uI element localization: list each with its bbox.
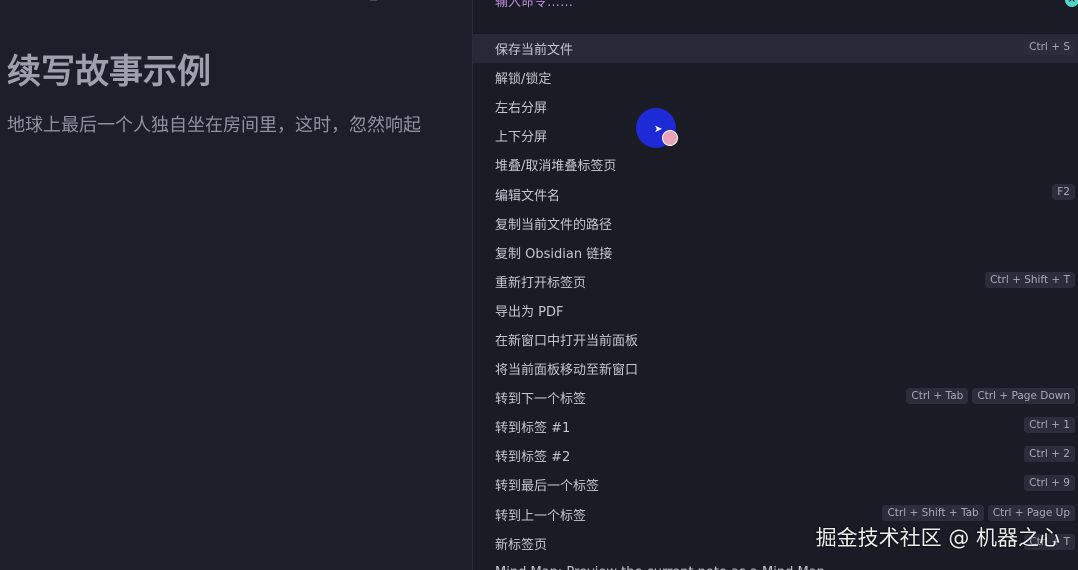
clear-icon[interactable]: × bbox=[1065, 0, 1078, 7]
document-paragraph[interactable]: 地球上最后一个人独自坐在房间里，这时，忽然响起 bbox=[7, 111, 472, 137]
command-search-input[interactable] bbox=[493, 0, 1057, 12]
command-item[interactable]: 复制 Obsidian 链接 bbox=[473, 238, 1078, 267]
hotkey-group: Ctrl + 9 bbox=[1024, 475, 1075, 492]
hotkey-group: Ctrl + Tab Ctrl + Page Down bbox=[906, 388, 1075, 405]
command-label: 转到标签 #1 bbox=[495, 421, 571, 437]
command-label: 转到标签 #2 bbox=[495, 450, 571, 466]
redo-icon[interactable]: ↷ bbox=[72, 0, 82, 6]
hotkey-badge: Ctrl + Tab bbox=[906, 388, 969, 405]
document-title[interactable]: 续写故事示例 bbox=[7, 44, 211, 93]
avatar bbox=[662, 130, 678, 146]
command-search-row: × bbox=[473, 0, 1078, 14]
command-list: 保存当前文件 Ctrl + S 解锁/锁定 左右分屏 上下分屏 堆叠/取消堆叠标签页 编辑文… bbox=[473, 34, 1078, 570]
editor-pane: ↶ ↷ ⌕ H2 H3 H... ▢ ⋮ 续写故事示例 地球上最后一个人独自坐在房间里，这时，… bbox=[0, 0, 472, 570]
hotkey-badge: F2 bbox=[1052, 184, 1075, 201]
hotkey-badge: Ctrl + Shift + T bbox=[985, 271, 1075, 288]
command-item[interactable]: 导出为 PDF bbox=[473, 296, 1078, 325]
command-item[interactable]: 上下分屏 bbox=[473, 121, 1078, 150]
hotkey-group: Ctrl + 1 bbox=[1024, 417, 1075, 434]
command-item[interactable]: 堆叠/取消堆叠标签页 bbox=[473, 150, 1078, 179]
command-item[interactable]: 将当前面板移动至新窗口 bbox=[473, 354, 1078, 383]
command-label: 转到上一个标签 bbox=[495, 508, 587, 524]
command-label: 保存当前文件 bbox=[495, 43, 574, 59]
hotkey-badge: Ctrl + Page Down bbox=[972, 388, 1075, 405]
command-item[interactable]: 重新打开标签页 Ctrl + Shift + T bbox=[473, 267, 1078, 296]
heading3-icon[interactable]: H3 bbox=[246, 0, 263, 6]
hotkey-group: F2 bbox=[1052, 184, 1075, 201]
undo-icon[interactable]: ↶ bbox=[18, 0, 28, 6]
cursor-arrow-icon: ➤ bbox=[654, 124, 663, 135]
hotkey-badge: Ctrl + 1 bbox=[1024, 417, 1075, 434]
command-label: 堆叠/取消堆叠标签页 bbox=[495, 159, 617, 175]
editor-toolbar: ↶ ↷ ⌕ H2 H3 H... ▢ ⋮ bbox=[0, 0, 472, 8]
command-item[interactable]: 转到标签 #2 Ctrl + 2 bbox=[473, 441, 1078, 470]
watermark: 掘金技术社区 @ 机器之心 bbox=[815, 526, 1060, 550]
command-label: 转到下一个标签 bbox=[495, 392, 587, 408]
hotkey-badge: Ctrl + Shift + Tab bbox=[882, 504, 984, 521]
command-label: 复制 Obsidian 链接 bbox=[495, 246, 613, 262]
command-item[interactable]: Mind Map: Preview the current note as a … bbox=[473, 558, 1078, 570]
command-label: 编辑文件名 bbox=[495, 188, 561, 204]
heading2-icon[interactable]: H2 bbox=[188, 0, 205, 6]
command-label: Mind Map: Preview the current note as a … bbox=[495, 565, 825, 570]
hotkey-group: Ctrl + Shift + Tab Ctrl + Page Up bbox=[882, 504, 1075, 521]
command-item[interactable]: 保存当前文件 Ctrl + S bbox=[473, 34, 1078, 64]
command-label: 上下分屏 bbox=[495, 130, 548, 146]
command-label: 导出为 PDF bbox=[495, 304, 564, 320]
hotkey-badge: Ctrl + Page Up bbox=[987, 504, 1075, 521]
command-item[interactable]: 转到最后一个标签 Ctrl + 9 bbox=[473, 470, 1078, 499]
command-item[interactable]: 左右分屏 bbox=[473, 92, 1078, 121]
command-label: 解锁/锁定 bbox=[495, 72, 552, 88]
hotkey-badge: Ctrl + 9 bbox=[1024, 475, 1075, 492]
command-label: 重新打开标签页 bbox=[495, 275, 587, 291]
hotkey-group: Ctrl + Shift + T bbox=[985, 271, 1075, 288]
command-item[interactable]: 转到下一个标签 Ctrl + Tab Ctrl + Page Down bbox=[473, 383, 1078, 412]
app-window: ↶ ↷ ⌕ H2 H3 H... ▢ ⋮ 续写故事示例 地球上最后一个人独自坐在房间里，这时，… bbox=[0, 0, 1078, 570]
command-item[interactable]: 转到标签 #1 Ctrl + 1 bbox=[473, 412, 1078, 441]
hotkey-badge: Ctrl + S bbox=[1024, 39, 1075, 55]
command-item[interactable]: 解锁/锁定 bbox=[473, 63, 1078, 92]
command-label: 新标签页 bbox=[495, 537, 548, 553]
command-item[interactable]: 编辑文件名 F2 bbox=[473, 179, 1078, 208]
command-label: 复制当前文件的路径 bbox=[495, 217, 613, 233]
command-label: 转到最后一个标签 bbox=[495, 479, 600, 495]
command-item[interactable]: 复制当前文件的路径 bbox=[473, 209, 1078, 238]
search-icon[interactable]: ⌕ bbox=[130, 0, 137, 6]
hotkey-group: Ctrl + S bbox=[1024, 39, 1075, 55]
command-item[interactable]: 在新窗口中打开当前面板 bbox=[473, 325, 1078, 354]
command-label: 将当前面板移动至新窗口 bbox=[495, 363, 639, 379]
command-palette: × 保存当前文件Ctrl + S解锁/锁定左右分屏上下分屏堆叠/取消堆叠标签页编… bbox=[472, 0, 1078, 570]
command-label: 在新窗口中打开当前面板 bbox=[495, 333, 639, 349]
command-label: 左右分屏 bbox=[495, 101, 548, 117]
copy-icon[interactable]: ▢ bbox=[368, 0, 379, 6]
heading-more-icon[interactable]: H... bbox=[300, 0, 320, 6]
more-icon[interactable]: ⋮ bbox=[424, 0, 436, 6]
hotkey-group: Ctrl + 2 bbox=[1024, 446, 1075, 463]
hotkey-badge: Ctrl + 2 bbox=[1024, 446, 1075, 463]
